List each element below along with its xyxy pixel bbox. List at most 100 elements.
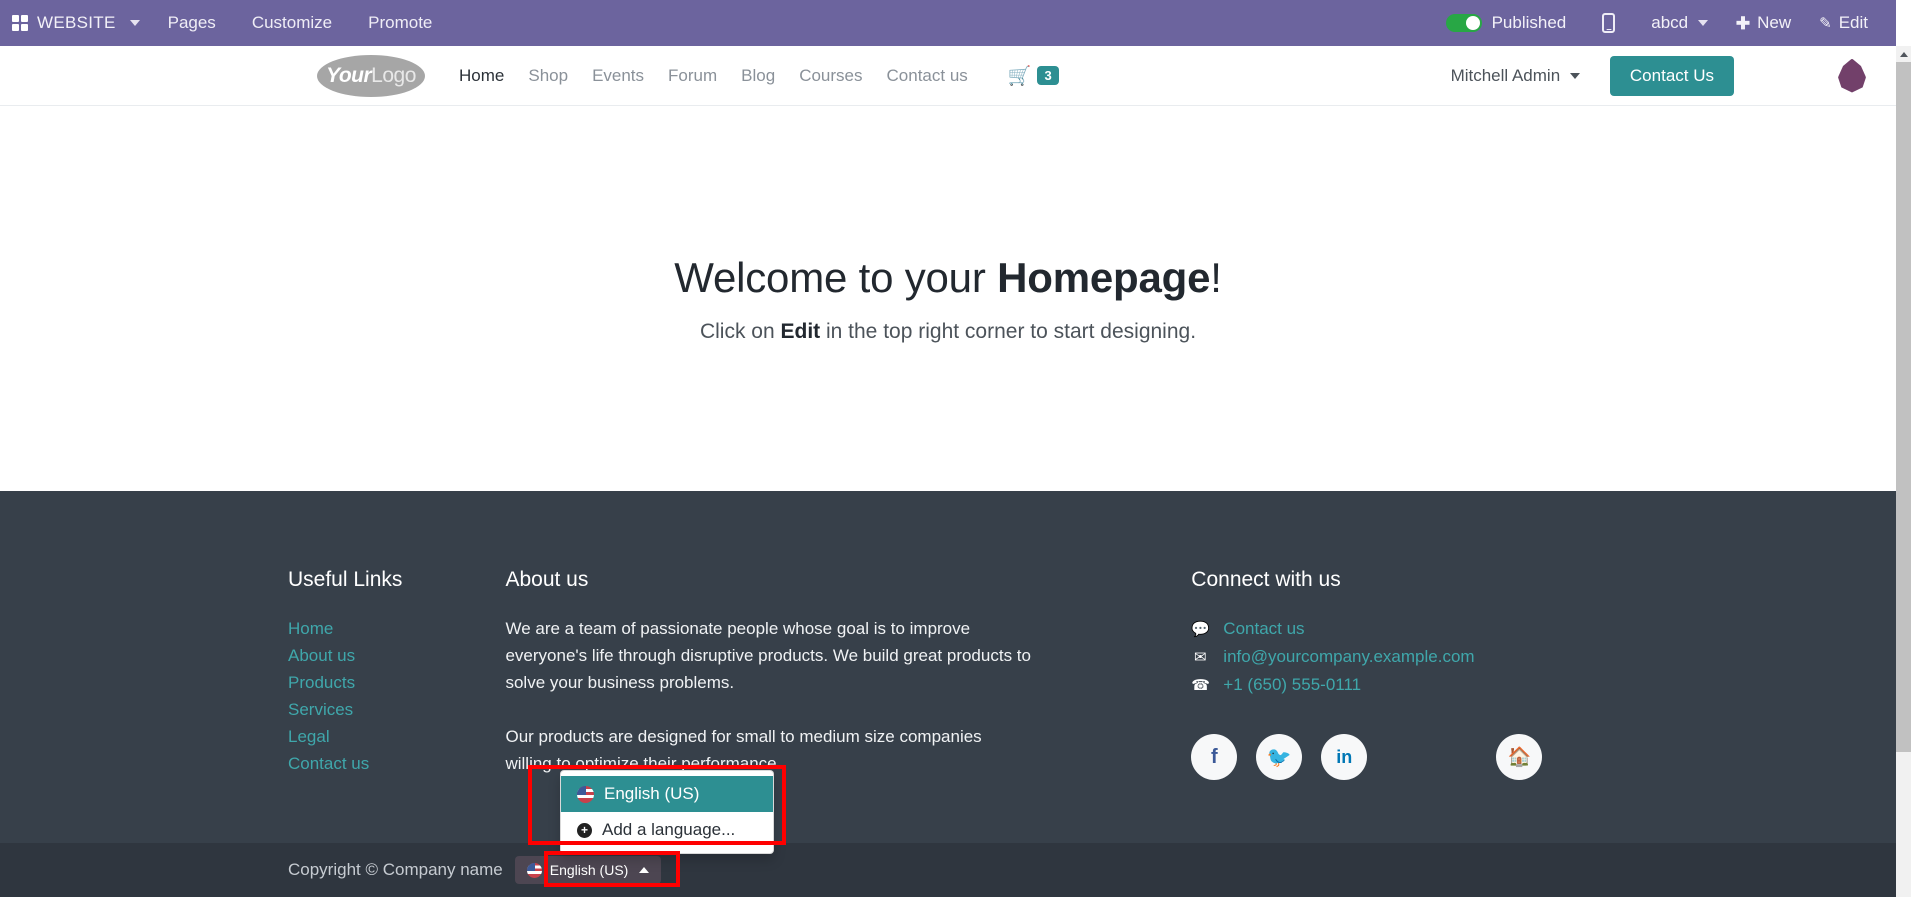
footer-phone-link[interactable]: +1 (650) 555-0111 (1223, 671, 1361, 698)
footer-about-column: About us We are a team of passionate peo… (505, 568, 1031, 780)
envelope-icon: ✉ (1194, 649, 1207, 666)
footer-email-link[interactable]: info@yourcompany.example.com (1223, 643, 1474, 670)
hero-title-suffix: ! (1210, 254, 1222, 301)
language-option-label: English (US) (604, 784, 700, 803)
footer-contact-us-link[interactable]: Contact us (1223, 615, 1304, 642)
cart-link[interactable]: 🛒 3 (1008, 64, 1059, 88)
caret-up-icon (1899, 51, 1908, 57)
copyright-inner: Copyright © Company name English (US) (288, 843, 1608, 897)
user-menu-toggle[interactable]: abcd (1637, 13, 1722, 33)
footer-link-legal[interactable]: Legal (288, 723, 481, 750)
language-dropdown-menu: English (US) + Add a language... (560, 770, 774, 854)
user-menu-label: abcd (1651, 13, 1689, 32)
website-header: Your Logo Home Shop Events Forum Blog Cou… (0, 46, 1896, 106)
language-selector-label: English (US) (549, 862, 629, 878)
new-button[interactable]: ✚ New (1722, 13, 1805, 33)
publish-switch-icon[interactable] (1445, 14, 1482, 32)
nav-item-home[interactable]: Home (447, 66, 516, 86)
site-nav: Home Shop Events Forum Blog Courses Cont… (447, 66, 980, 86)
chevron-down-icon (1569, 72, 1580, 79)
us-flag-icon (577, 785, 594, 803)
site-user-label: Mitchell Admin (1450, 65, 1561, 85)
contact-us-cta-button[interactable]: Contact Us (1609, 55, 1734, 96)
add-language-label: Add a language... (602, 820, 736, 839)
language-option-english-us[interactable]: English (US) (561, 776, 773, 812)
nav-item-forum[interactable]: Forum (656, 66, 729, 86)
hero-title-bold: Homepage (997, 254, 1211, 301)
topbar-menu-promote[interactable]: Promote (350, 0, 450, 46)
add-a-language-option[interactable]: + Add a language... (561, 812, 773, 848)
facebook-icon[interactable]: f (1191, 734, 1238, 780)
pencil-icon: ✎ (1819, 15, 1832, 32)
mobile-preview-icon[interactable] (1602, 13, 1616, 33)
plus-icon: ✚ (1735, 13, 1751, 33)
hero-subtitle: Click on Edit in the top right corner to… (700, 320, 1196, 344)
hero-title-prefix: Welcome to your (674, 254, 998, 301)
hero-subtitle-suffix: in the top right corner to start designi… (820, 320, 1197, 343)
chevron-down-icon (1697, 20, 1708, 26)
hero-subtitle-prefix: Click on (699, 320, 781, 343)
comment-icon: 💬 (1191, 621, 1210, 638)
edit-button[interactable]: ✎ Edit (1805, 13, 1882, 33)
publish-label: Published (1491, 13, 1567, 32)
odoo-backend-topbar: WEBSITE Pages Customize Promote Publishe… (0, 0, 1896, 46)
topbar-menu-pages[interactable]: Pages (150, 0, 234, 46)
nav-item-contact-us[interactable]: Contact us (875, 66, 980, 86)
copyright-bar: Copyright © Company name English (US) (0, 843, 1896, 897)
scrollbar-thumb[interactable] (1896, 62, 1911, 752)
home-icon[interactable]: 🏠 (1496, 734, 1543, 780)
shopping-cart-icon: 🛒 (1007, 65, 1032, 87)
caret-up-icon (639, 867, 650, 873)
topbar-right-group: Published abcd ✚ New ✎ Edit (1432, 13, 1896, 33)
footer-link-contact-us[interactable]: Contact us (288, 750, 481, 777)
chevron-down-icon (129, 20, 140, 26)
footer-phone-row[interactable]: ☎ +1 (650) 555-0111 (1191, 671, 1608, 699)
site-footer: Useful Links Home About us Products Serv… (0, 491, 1896, 843)
language-selector-button[interactable]: English (US) (514, 856, 662, 884)
footer-social-links: f 🐦 in 🏠 (1191, 734, 1608, 780)
grid-apps-icon (12, 15, 28, 31)
footer-useful-links-column: Useful Links Home About us Products Serv… (288, 568, 481, 780)
droplet-avatar-icon[interactable] (1838, 58, 1866, 93)
footer-connect-column: Connect with us 💬 Contact us ✉ info@your… (1191, 568, 1608, 780)
useful-links-title: Useful Links (288, 568, 403, 591)
new-label: New (1757, 13, 1792, 32)
footer-link-products[interactable]: Products (288, 669, 481, 696)
plus-circle-icon: + (577, 822, 592, 838)
nav-item-events[interactable]: Events (580, 66, 656, 86)
phone-icon: ☎ (1191, 677, 1210, 694)
topbar-menu-customize[interactable]: Customize (234, 0, 350, 46)
nav-item-shop[interactable]: Shop (516, 66, 580, 86)
edit-label: Edit (1838, 13, 1868, 32)
site-logo[interactable]: Your Logo (317, 54, 425, 97)
copyright-text: Copyright © Company name (288, 860, 503, 879)
about-paragraph-1: We are a team of passionate people whose… (505, 619, 1031, 692)
linkedin-icon[interactable]: in (1321, 734, 1368, 780)
current-app-name: WEBSITE (37, 13, 116, 32)
footer-columns: Useful Links Home About us Products Serv… (288, 491, 1608, 780)
publish-toggle[interactable]: Published (1432, 13, 1581, 33)
nav-item-blog[interactable]: Blog (729, 66, 787, 86)
footer-link-services[interactable]: Services (288, 696, 481, 723)
footer-link-home[interactable]: Home (288, 615, 481, 642)
about-paragraph-2: Our products are designed for small to m… (505, 727, 982, 773)
us-flag-icon (526, 862, 542, 878)
topbar-left-group: WEBSITE Pages Customize Promote (0, 0, 450, 46)
twitter-icon[interactable]: 🐦 (1256, 734, 1303, 780)
about-us-title: About us (505, 568, 589, 591)
footer-contact-us-row[interactable]: 💬 Contact us (1191, 615, 1608, 643)
connect-with-us-title: Connect with us (1191, 568, 1341, 591)
site-user-menu[interactable]: Mitchell Admin (1451, 66, 1580, 86)
nav-item-courses[interactable]: Courses (787, 66, 874, 86)
cart-count-badge: 3 (1037, 65, 1059, 86)
vertical-scrollbar[interactable] (1896, 46, 1911, 897)
header-right-group: Mitchell Admin Contact Us (1451, 55, 1896, 96)
footer-link-about-us[interactable]: About us (288, 642, 481, 669)
logo-light-text: Logo (371, 63, 416, 87)
scrollbar-up-arrow[interactable] (1896, 46, 1911, 62)
browser-viewport: WEBSITE Pages Customize Promote Publishe… (0, 0, 1911, 897)
footer-email-row[interactable]: ✉ info@yourcompany.example.com (1191, 643, 1608, 671)
apps-menu-toggle[interactable]: WEBSITE (0, 0, 150, 46)
hero-section: Welcome to your Homepage! Click on Edit … (0, 106, 1896, 491)
hero-subtitle-bold: Edit (780, 320, 821, 343)
